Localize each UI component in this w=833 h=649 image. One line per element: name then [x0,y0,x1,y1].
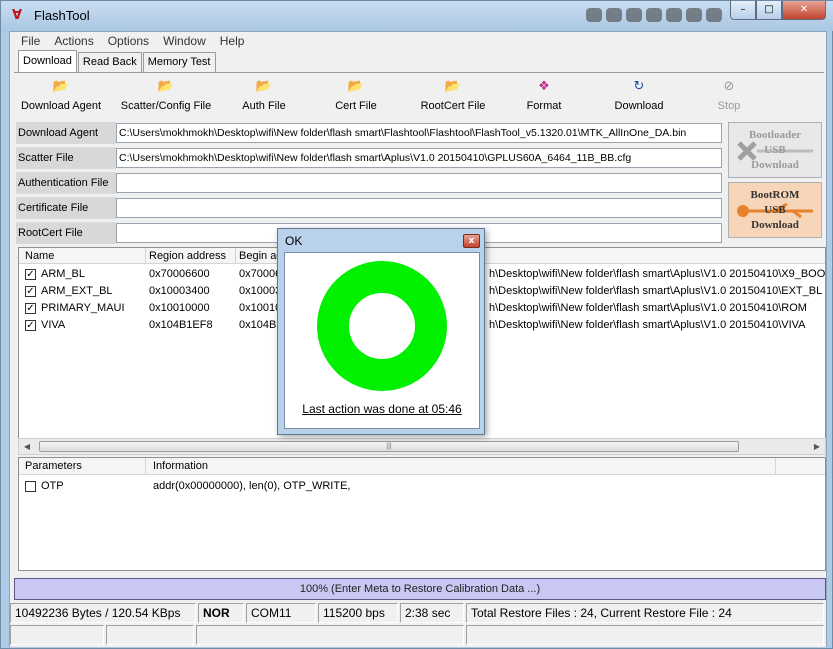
scatter-file-row: Scatter File C:\Users\mokhmokh\Desktop\w… [16,147,722,169]
dialog-message: Last action was done at 05:46 [302,402,462,416]
scroll-left-arrow-icon[interactable]: ◀ [19,439,35,454]
maximize-button[interactable]: □ [756,1,782,20]
column-begin-address[interactable]: Begin ad [239,250,282,262]
folder-open-icon: 📂 [157,79,175,94]
status-port: COM11 [246,603,316,623]
tab-read-back[interactable]: Read Back [77,52,142,72]
tab-strip: Download Read Back Memory Test [18,50,217,72]
format-icon: ❖ [538,79,550,94]
status-restore: Total Restore Files : 24, Current Restor… [466,603,824,623]
bootrom-usb-download-button[interactable]: BootROM USB Download [728,182,822,238]
auth-file-button[interactable]: 📂 Auth File [228,78,300,116]
format-button[interactable]: ❖ Format [514,78,574,116]
menu-window[interactable]: Window [156,32,213,51]
dialog-title: OK [285,234,303,248]
cert-file-button[interactable]: 📂 Cert File [320,78,392,116]
menu-help[interactable]: Help [213,32,252,51]
download-agent-label: Download Agent [16,122,116,144]
authentication-file-path-field[interactable] [116,173,722,193]
scrollbar-thumb[interactable]: ||| [39,441,739,452]
menu-bar: File Actions Options Window Help [10,32,826,51]
column-region-address[interactable]: Region address [149,250,226,262]
folder-open-icon: 📂 [347,79,365,94]
status-empty-3 [196,625,464,645]
row-checkbox[interactable]: ✓ [25,269,36,280]
bootloader-usb-download-button[interactable]: Bootloader USB Download [728,122,822,178]
tab-panel-border [14,72,824,73]
flashtool-window: Ɐ FlashTool – □ ✕ File Actions Options W… [0,0,833,649]
download-agent-row: Download Agent C:\Users\mokhmokh\Desktop… [16,122,722,144]
status-empty-1 [10,625,104,645]
status-bar: 10492236 Bytes / 120.54 KBps NOR COM11 1… [10,603,826,647]
rootcert-file-label: RootCert File [16,222,116,244]
parameter-table-header: Parameters Information [19,458,825,475]
ok-dialog: OK x Last action was done at 05:46 [277,228,485,435]
status-storage: NOR [198,603,244,623]
row-checkbox[interactable]: ✓ [25,303,36,314]
scatter-file-path-field[interactable]: C:\Users\mokhmokh\Desktop\wifi\New folde… [116,148,722,168]
dialog-body: Last action was done at 05:46 [284,252,480,429]
stop-button[interactable]: ⊘ Stop [704,78,754,116]
dialog-close-button[interactable]: x [463,234,480,248]
column-name[interactable]: Name [25,250,54,262]
certificate-file-path-field[interactable] [116,198,722,218]
parameter-table: Parameters Information OTP addr(0x000000… [18,457,826,571]
toolbar: 📂 Download Agent 📂 Scatter/Config File 📂… [14,78,824,118]
certificate-file-row: Certificate File [16,197,722,219]
blurred-taskbar-icons [586,8,726,26]
menu-file[interactable]: File [14,32,47,51]
close-button[interactable]: ✕ [782,1,826,20]
menu-actions[interactable]: Actions [47,32,100,51]
certificate-file-label: Certificate File [16,197,116,219]
download-agent-button[interactable]: 📂 Download Agent [18,78,104,116]
folder-open-icon: 📂 [255,79,273,94]
folder-open-icon: 📂 [52,79,70,94]
title-bar[interactable]: Ɐ FlashTool – □ ✕ [1,1,833,31]
minimize-button[interactable]: – [730,1,756,20]
row-checkbox[interactable]: ✓ [25,286,36,297]
status-time: 2:38 sec [400,603,464,623]
scatter-config-file-button[interactable]: 📂 Scatter/Config File [116,78,216,116]
region-table-scrollbar[interactable]: ◀ ||| ▶ [18,438,826,455]
stop-icon: ⊘ [723,79,735,94]
folder-open-icon: 📂 [444,79,462,94]
authentication-file-row: Authentication File [16,172,722,194]
column-information[interactable]: Information [153,460,208,472]
success-ring-icon [317,261,447,391]
status-bytes: 10492236 Bytes / 120.54 KBps [10,603,196,623]
status-baud: 115200 bps [318,603,398,623]
status-empty-4 [466,625,824,645]
tab-memory-test[interactable]: Memory Test [142,52,216,72]
scroll-right-arrow-icon[interactable]: ▶ [809,439,825,454]
download-button[interactable]: ↻ Download [604,78,674,116]
download-icon: ↻ [633,79,645,94]
rootcert-file-button[interactable]: 📂 RootCert File [412,78,494,116]
download-agent-path-field[interactable]: C:\Users\mokhmokh\Desktop\wifi\New folde… [116,123,722,143]
flashtool-logo-icon: Ɐ [12,8,23,23]
authentication-file-label: Authentication File [16,172,116,194]
otp-checkbox[interactable] [25,481,36,492]
window-title: FlashTool [34,8,90,23]
table-row[interactable]: OTP addr(0x00000000), len(0), OTP_WRITE, [19,478,825,495]
menu-options[interactable]: Options [101,32,156,51]
row-checkbox[interactable]: ✓ [25,320,36,331]
tab-download[interactable]: Download [18,50,77,72]
column-parameters[interactable]: Parameters [25,460,82,472]
progress-bar: 100% (Enter Meta to Restore Calibration … [14,578,826,600]
scatter-file-label: Scatter File [16,147,116,169]
status-empty-2 [106,625,194,645]
